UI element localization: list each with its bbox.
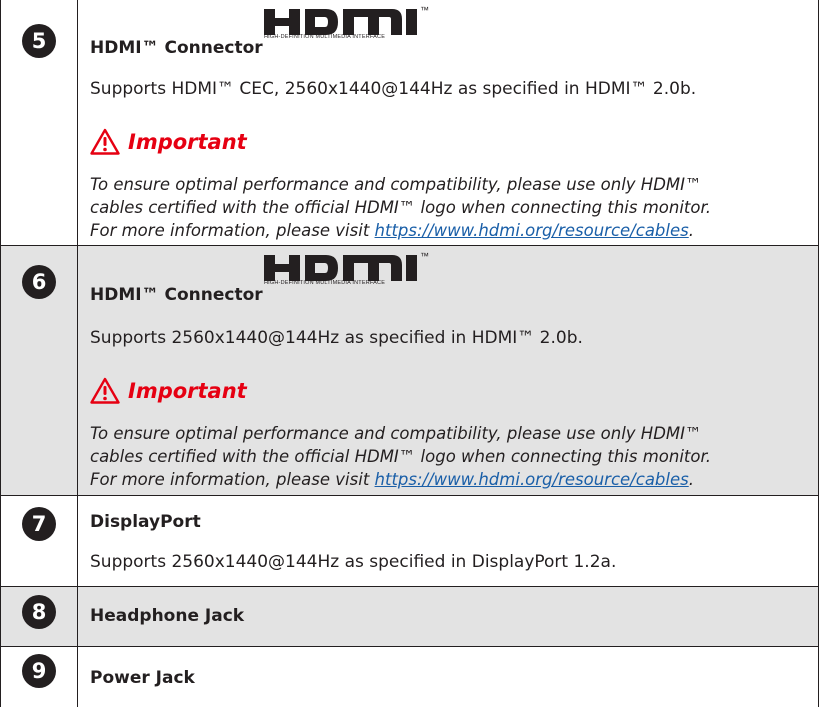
item-number-badge: 7: [22, 507, 56, 541]
hdmi-wordmark-icon: ™: [264, 5, 429, 35]
hdmi-cables-link[interactable]: https://www.hdmi.org/resource/cables: [375, 470, 689, 489]
item-title: Headphone Jack: [90, 606, 245, 626]
connector-table: 5 HDMI™ Connector ™ HIGH-DEFINITION MULT…: [0, 0, 819, 707]
important-note: To ensure optimal performance and compat…: [90, 175, 712, 240]
item-title: HDMI™ Connector: [90, 285, 263, 305]
number-cell: 8: [0, 586, 78, 646]
row-divider: [0, 646, 819, 647]
hdmi-logo: ™ HIGH-DEFINITION MULTIMEDIA INTERFACE: [264, 249, 442, 297]
item-title: DisplayPort: [90, 512, 201, 532]
item-number-badge: 6: [22, 265, 56, 299]
item-number-badge: 9: [22, 654, 56, 688]
important-note: To ensure optimal performance and compat…: [90, 424, 712, 489]
item-number-badge: 5: [22, 24, 56, 58]
row-content: Power Jack: [78, 646, 819, 707]
important-label: Important: [128, 378, 247, 403]
item-description: Supports HDMI™ CEC, 2560x1440@144Hz as s…: [90, 79, 697, 99]
hdmi-cables-link[interactable]: https://www.hdmi.org/resource/cables: [375, 221, 689, 240]
important-heading: Important: [90, 128, 247, 155]
item-number-badge: 8: [22, 595, 56, 629]
hdmi-wordmark-icon: ™: [264, 251, 429, 281]
item-description: Supports 2560x1440@144Hz as specified in…: [90, 328, 583, 348]
row-divider: [0, 495, 819, 496]
warning-triangle-icon: [90, 128, 120, 155]
number-cell: 6: [0, 245, 78, 495]
row-divider: [0, 245, 819, 246]
number-cell: 7: [0, 495, 78, 586]
item-description: Supports 2560x1440@144Hz as specified in…: [90, 552, 617, 572]
row-content: HDMI™ Connector ™ HIGH-DEFINITION MULTIM…: [78, 245, 819, 495]
number-cell: 9: [0, 646, 78, 707]
table-row: 5 HDMI™ Connector ™ HIGH-DEFINITION MULT…: [0, 0, 819, 245]
table-border-left: [0, 0, 1, 707]
important-heading: Important: [90, 377, 247, 404]
number-cell: 5: [0, 0, 78, 245]
hdmi-logo-tagline: HIGH-DEFINITION MULTIMEDIA INTERFACE: [264, 34, 386, 40]
table-row: 7 DisplayPort Supports 2560x1440@144Hz a…: [0, 495, 819, 586]
important-label: Important: [128, 129, 247, 154]
table-row: 8 Headphone Jack: [0, 586, 819, 646]
hdmi-logo: ™ HIGH-DEFINITION MULTIMEDIA INTERFACE: [264, 3, 442, 51]
hdmi-logo-tagline: HIGH-DEFINITION MULTIMEDIA INTERFACE: [264, 280, 386, 286]
warning-triangle-icon: [90, 377, 120, 404]
item-title: HDMI™ Connector: [90, 38, 263, 58]
row-content: DisplayPort Supports 2560x1440@144Hz as …: [78, 495, 819, 586]
svg-text:™: ™: [420, 251, 429, 261]
item-title: Power Jack: [90, 668, 195, 688]
row-content: HDMI™ Connector ™ HIGH-DEFINITION MULTIM…: [78, 0, 819, 245]
row-content: Headphone Jack: [78, 586, 819, 646]
svg-text:™: ™: [420, 5, 429, 15]
table-row: 6 HDMI™ Connector ™ HIGH-DEFINITION MULT…: [0, 245, 819, 495]
table-row: 9 Power Jack: [0, 646, 819, 707]
row-divider: [0, 586, 819, 587]
